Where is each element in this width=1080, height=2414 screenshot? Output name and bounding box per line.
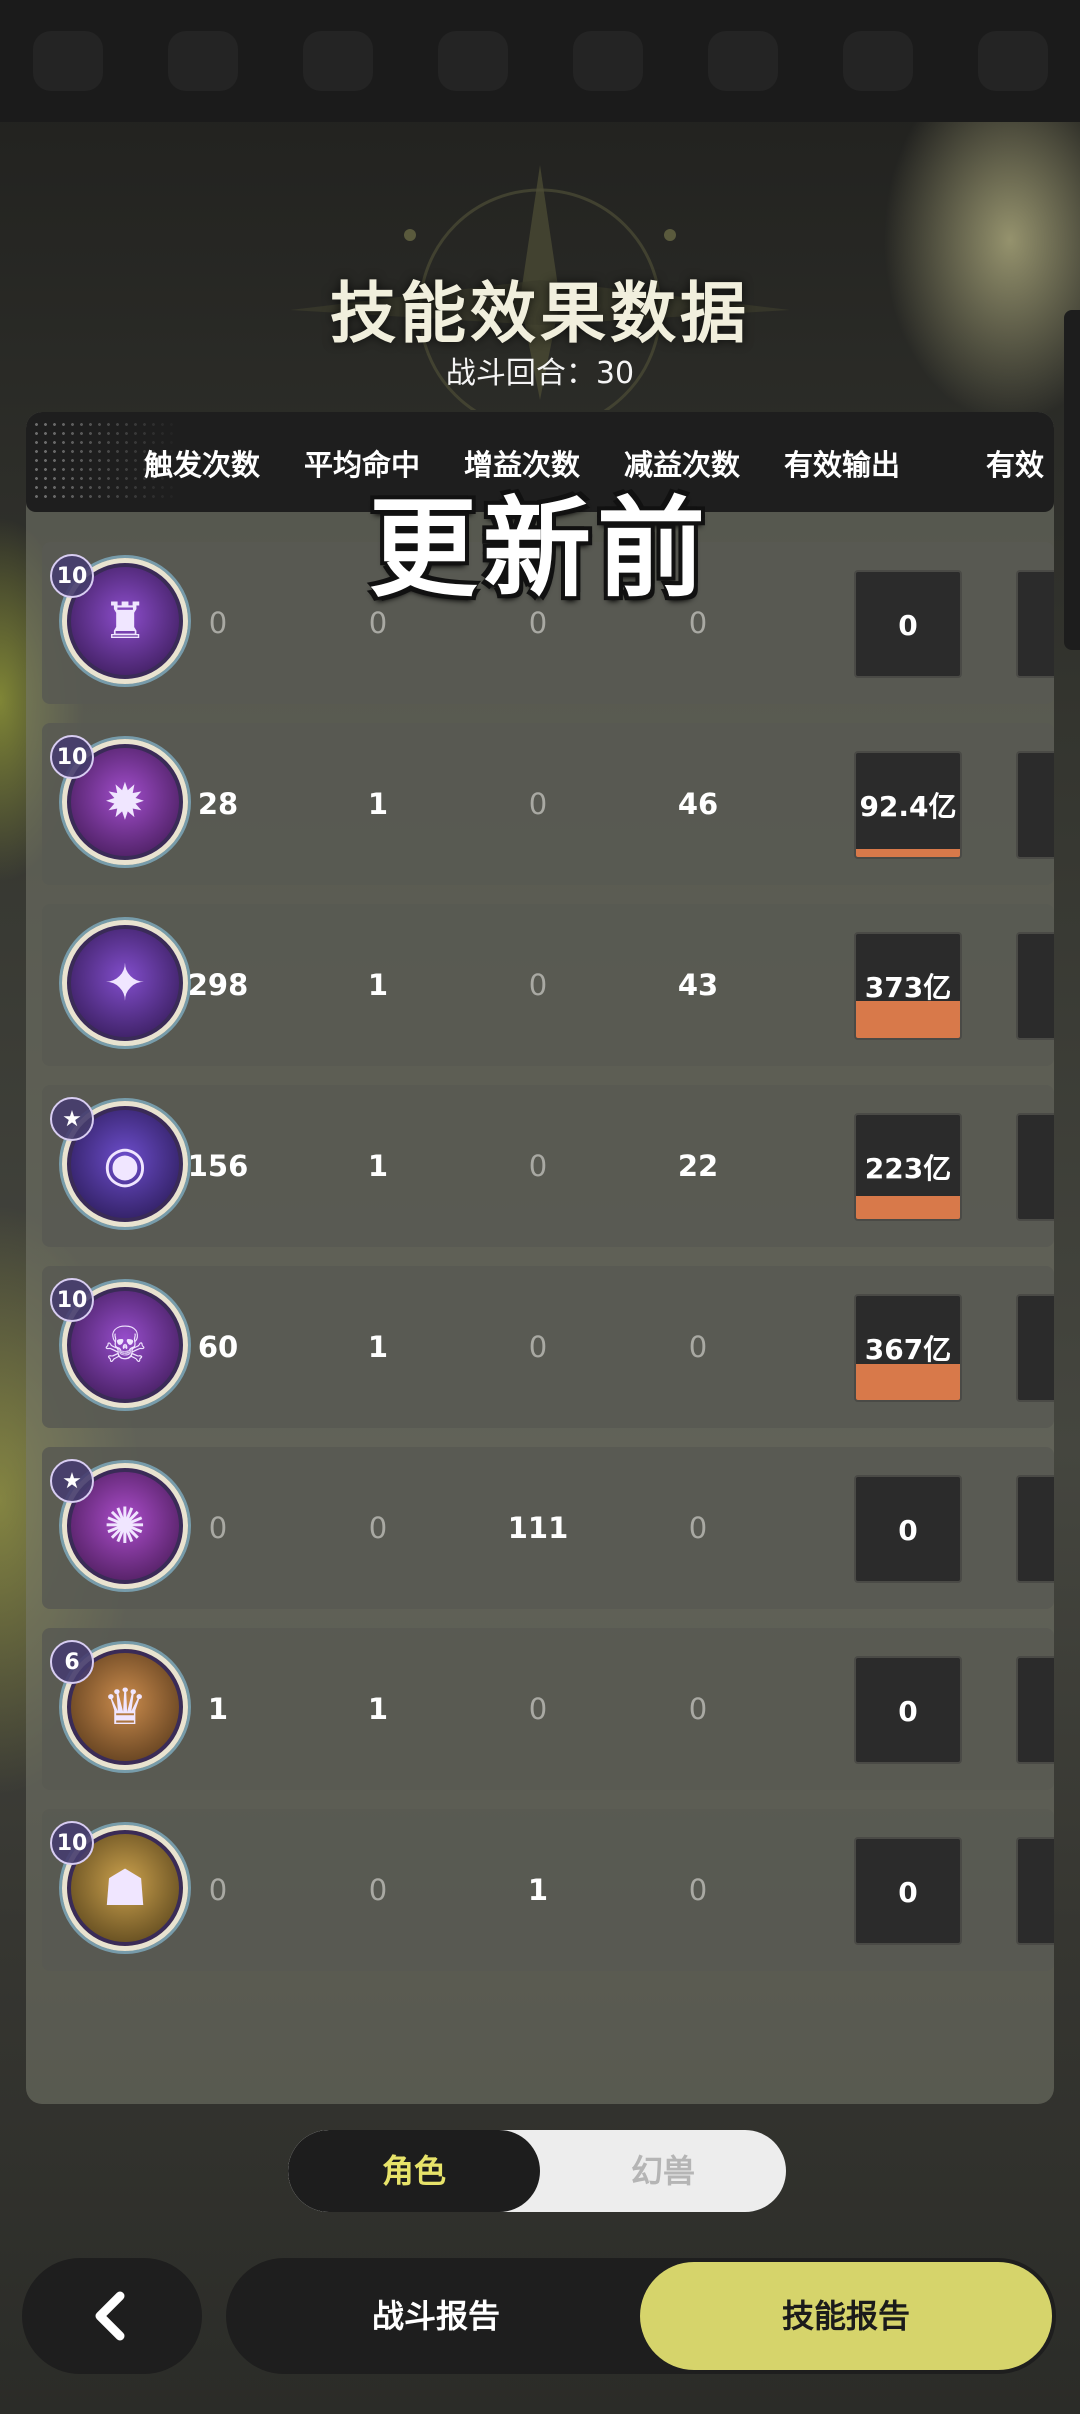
table-row: ☠ 10 60 1 0 0 367亿 (42, 1266, 1054, 1428)
top-placeholder-icon (302, 31, 373, 91)
tab-battle-report[interactable]: 战斗报告 (226, 2258, 646, 2374)
debuff-count: 22 (677, 1149, 719, 1183)
top-placeholder-icon (572, 31, 643, 91)
top-placeholder-icon (437, 31, 508, 91)
table-row: ✹ 10 28 1 0 46 92.4亿 (42, 723, 1054, 885)
skill-level-badge: 10 (50, 1278, 94, 1322)
skill-level-badge: 6 (50, 1640, 94, 1684)
unit-type-toggle[interactable]: 角色 幻兽 (288, 2130, 786, 2212)
top-placeholder-icon (167, 31, 238, 91)
report-tabs: 战斗报告 技能报告 (226, 2258, 1056, 2374)
table-row: ✦ 298 1 0 43 373亿 (42, 904, 1054, 1066)
debuff-count: 0 (688, 1873, 708, 1907)
output-cell: 367亿 (854, 1294, 962, 1402)
skill-level-badge: 10 (50, 1821, 94, 1865)
avg-hit: 1 (367, 787, 389, 821)
skill-level-badge: ★ (50, 1459, 94, 1503)
trigger-count: 60 (197, 1330, 239, 1364)
table-row: ◉ ★ 156 1 0 22 223亿 (42, 1085, 1054, 1247)
effective-cell (1016, 932, 1054, 1040)
buff-count: 0 (528, 787, 548, 821)
avg-hit: 1 (367, 1330, 389, 1364)
output-value: 0 (898, 609, 918, 642)
debuff-count: 43 (677, 968, 719, 1002)
buff-count: 0 (528, 1330, 548, 1364)
avg-hit: 1 (367, 968, 389, 1002)
output-value: 0 (898, 1514, 918, 1547)
trigger-count: 0 (208, 1511, 228, 1545)
output-value: 0 (898, 1695, 918, 1728)
trigger-count: 0 (208, 1873, 228, 1907)
output-cell: 0 (854, 1656, 962, 1764)
skill-level-badge: ★ (50, 1097, 94, 1141)
buff-count: 0 (528, 1692, 548, 1726)
table-row: ☗ 10 0 0 1 0 0 (42, 1809, 1054, 1971)
output-cell: 373亿 (854, 932, 962, 1040)
page-title: 技能效果数据 (330, 275, 750, 352)
top-placeholder-icon (32, 31, 103, 91)
back-button[interactable] (22, 2258, 202, 2374)
output-cell: 0 (854, 1837, 962, 1945)
output-value: 92.4亿 (859, 790, 957, 823)
trigger-count: 156 (187, 1149, 249, 1183)
output-cell: 0 (854, 1475, 962, 1583)
top-placeholder-icon (842, 31, 913, 91)
toggle-character[interactable]: 角色 (288, 2130, 540, 2212)
back-chevron-icon (95, 2291, 125, 2341)
debuff-count: 0 (688, 1511, 708, 1545)
output-cell: 92.4亿 (854, 751, 962, 859)
trigger-count: 1 (207, 1692, 229, 1726)
output-cell: 0 (854, 570, 962, 678)
buff-count: 0 (528, 968, 548, 1002)
skill-level-badge: 10 (50, 735, 94, 779)
effective-cell (1016, 1113, 1054, 1221)
buff-count: 1 (527, 1873, 549, 1907)
top-placeholder-icon (977, 31, 1048, 91)
title-area: 技能效果数据 战斗回合：30 (0, 140, 1080, 420)
table-row: ✺ ★ 0 0 111 0 0 (42, 1447, 1054, 1609)
avg-hit: 1 (367, 1149, 389, 1183)
debuff-count: 0 (688, 1692, 708, 1726)
effective-cell (1016, 1294, 1054, 1402)
avg-hit: 1 (367, 1692, 389, 1726)
effective-cell (1016, 1475, 1054, 1583)
top-placeholder-icon (707, 31, 778, 91)
buff-count: 0 (528, 1149, 548, 1183)
output-value: 373亿 (864, 971, 952, 1004)
effective-cell (1016, 751, 1054, 859)
skill-data-panel: 触发次数 平均命中 增益次数 减益次数 有效输出 有效 ♜ 10 0 0 0 0 0 ✹ 10 2… (26, 412, 1054, 2104)
top-icon-bar (0, 0, 1080, 122)
battle-round-label: 战斗回合：30 (445, 356, 635, 391)
output-value: 0 (898, 1876, 918, 1909)
effective-cell (1016, 1837, 1054, 1945)
output-cell: 223亿 (854, 1113, 962, 1221)
trigger-count: 28 (197, 787, 239, 821)
buff-count: 111 (507, 1511, 569, 1545)
debuff-count: 0 (688, 1330, 708, 1364)
toggle-beast[interactable]: 幻兽 (540, 2130, 786, 2212)
debuff-count: 46 (677, 787, 719, 821)
effective-cell (1016, 1656, 1054, 1764)
trigger-count: 298 (187, 968, 249, 1002)
output-value: 223亿 (864, 1152, 952, 1185)
avg-hit: 0 (368, 1511, 388, 1545)
tab-skill-report[interactable]: 技能报告 (640, 2262, 1052, 2370)
output-value: 367亿 (864, 1333, 952, 1366)
avg-hit: 0 (368, 1873, 388, 1907)
table-row: ♛ 6 1 1 0 0 0 (42, 1628, 1054, 1790)
